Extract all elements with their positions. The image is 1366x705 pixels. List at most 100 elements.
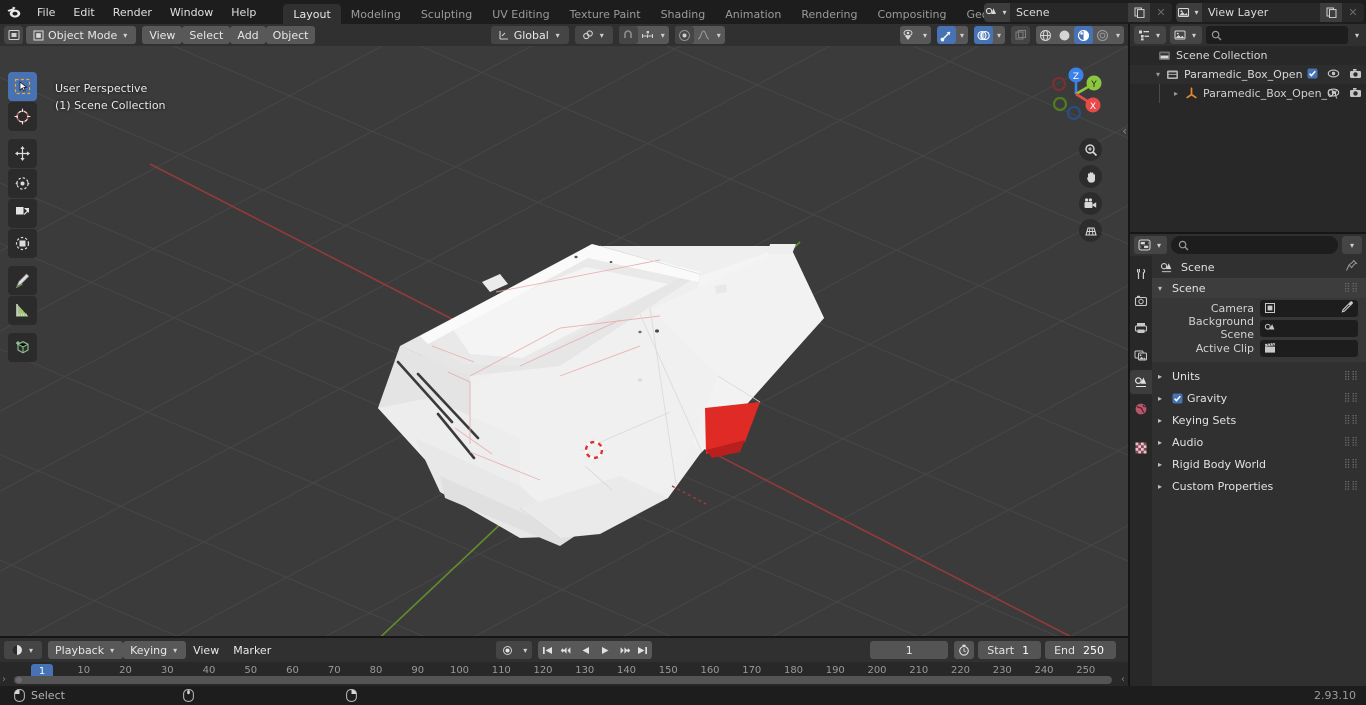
timeline-editor-type-button[interactable]: ▾ xyxy=(4,641,43,659)
panel-grip[interactable]: ⣿⣿ xyxy=(1344,394,1359,403)
divider-viewport-timeline[interactable] xyxy=(0,636,1128,638)
camera-icon[interactable] xyxy=(1079,192,1102,215)
timeline-scroll-handle[interactable] xyxy=(16,677,22,683)
panel-header-rigid-body-world[interactable]: ▸ Rigid Body World ⣿⣿ xyxy=(1152,454,1366,474)
shading-wireframe-icon[interactable] xyxy=(1035,26,1055,44)
unlink-scene-button[interactable]: ✕ xyxy=(1150,2,1172,22)
properties-tab-tool[interactable] xyxy=(1130,262,1152,286)
eye-icon[interactable] xyxy=(1327,87,1340,101)
new-view-layer-button[interactable] xyxy=(1320,2,1342,22)
outliner-row-collection[interactable]: ▾ Paramedic_Box_Open xyxy=(1130,65,1366,84)
timeline-menu-marker[interactable]: Marker xyxy=(226,641,278,659)
shading-rendered-icon[interactable] xyxy=(1092,26,1112,44)
pan-hand-icon[interactable] xyxy=(1079,165,1102,188)
outliner-search-input[interactable] xyxy=(1206,26,1348,44)
timeline-menu-playback[interactable]: Playback ▾ xyxy=(48,641,124,659)
object-visibility-icon[interactable] xyxy=(899,26,919,44)
tab-modeling[interactable]: Modeling xyxy=(341,4,411,24)
gravity-checkbox[interactable] xyxy=(1172,393,1183,404)
panel-header-gravity[interactable]: ▸ Gravity ⣿⣿ xyxy=(1152,388,1366,408)
tab-rendering[interactable]: Rendering xyxy=(791,4,867,24)
object-mode-dropdown[interactable]: Object Mode ▾ xyxy=(26,26,137,44)
timeline-menu-view[interactable]: View xyxy=(186,641,226,659)
view-layer-datablock[interactable]: ▾ View Layer ✕ xyxy=(1176,2,1364,22)
snap-magnet-icon[interactable] xyxy=(618,26,638,44)
jump-to-end-icon[interactable] xyxy=(633,641,653,659)
tool-measure[interactable] xyxy=(8,296,37,325)
tab-uv-editing[interactable]: UV Editing xyxy=(482,4,559,24)
blender-logo-icon[interactable] xyxy=(0,0,28,24)
falloff-curve-icon[interactable] xyxy=(693,26,713,44)
properties-tab-scene[interactable] xyxy=(1130,370,1152,394)
zoom-magnifier-icon[interactable] xyxy=(1079,138,1102,161)
field-active-clip[interactable] xyxy=(1260,339,1358,357)
panel-grip[interactable]: ⣿⣿ xyxy=(1344,372,1359,381)
viewport-menu-add[interactable]: Add xyxy=(230,26,266,44)
proportional-edit-icon[interactable] xyxy=(674,26,694,44)
outliner-id-type-button[interactable]: ▾ xyxy=(1170,26,1203,44)
checkbox-icon[interactable] xyxy=(1307,68,1318,82)
outliner-row-object[interactable]: ▸ Paramedic_Box_Open_0( xyxy=(1130,84,1366,103)
timeline-ruler[interactable]: 10 20 30 40 50 60 70 80 90 100 110 120 130 140 150 160 1… xyxy=(0,662,1128,686)
remove-view-layer-button[interactable]: ✕ xyxy=(1342,2,1364,22)
tool-select-box[interactable] xyxy=(8,72,37,101)
outliner-display-mode-button[interactable]: ▾ xyxy=(1134,26,1167,44)
tool-move[interactable] xyxy=(8,139,37,168)
properties-options-dropdown[interactable]: ▾ xyxy=(1341,236,1362,254)
scene-datablock[interactable]: ▾ Scene ✕ xyxy=(984,2,1172,22)
viewport-menu-view[interactable]: View xyxy=(142,26,183,44)
panel-grip[interactable]: ⣿⣿ xyxy=(1344,284,1359,293)
use-preview-range-icon[interactable] xyxy=(954,641,975,659)
start-frame-field[interactable]: Start 1 xyxy=(978,641,1042,659)
properties-editor-type-button[interactable]: ▾ xyxy=(1134,236,1168,254)
prev-keyframe-icon[interactable] xyxy=(557,641,577,659)
tool-add-cube[interactable] xyxy=(8,333,37,362)
tab-layout[interactable]: Layout xyxy=(283,4,341,24)
auto-keying-record-icon[interactable] xyxy=(496,641,519,659)
panel-grip[interactable]: ⣿⣿ xyxy=(1344,438,1359,447)
field-background-scene[interactable] xyxy=(1260,319,1358,337)
transform-orientation-dropdown[interactable]: Global ▾ xyxy=(490,26,569,44)
timeline-scroll-right-arrow[interactable]: ‹ xyxy=(1121,674,1125,685)
panel-grip[interactable]: ⣿⣿ xyxy=(1344,416,1359,425)
pivot-point-dropdown[interactable]: ▾ xyxy=(574,26,613,44)
eyedropper-icon[interactable] xyxy=(1341,300,1354,316)
menu-file[interactable]: File xyxy=(28,0,64,24)
gizmo-icon[interactable] xyxy=(936,26,956,44)
divider-main-right[interactable] xyxy=(1128,24,1130,686)
tab-animation[interactable]: Animation xyxy=(715,4,791,24)
disclosure-right-icon[interactable]: ▸ xyxy=(1170,89,1182,98)
menu-window[interactable]: Window xyxy=(161,0,222,24)
eye-icon[interactable] xyxy=(1327,68,1340,82)
panel-header-scene[interactable]: ▾ Scene ⣿⣿ xyxy=(1152,278,1366,298)
properties-search-input[interactable] xyxy=(1171,236,1338,254)
properties-tab-world[interactable] xyxy=(1130,397,1152,421)
viewport-3d[interactable]: User Perspective (1) Scene Collection Z … xyxy=(0,46,1128,638)
viewport-menu-select[interactable]: Select xyxy=(182,26,231,44)
current-frame-field[interactable]: 1 xyxy=(870,641,949,659)
panel-header-audio[interactable]: ▸ Audio ⣿⣿ xyxy=(1152,432,1366,452)
outliner-row-scene-collection[interactable]: Scene Collection xyxy=(1130,46,1366,65)
divider-outliner-properties[interactable] xyxy=(1130,232,1366,234)
jump-to-start-icon[interactable] xyxy=(538,641,558,659)
snap-increment-icon[interactable] xyxy=(637,26,657,44)
end-frame-field[interactable]: End 250 xyxy=(1045,641,1116,659)
outliner-search-dropdown-icon[interactable]: ▾ xyxy=(1352,31,1362,40)
tool-rotate[interactable] xyxy=(8,169,37,198)
tool-scale[interactable] xyxy=(8,199,37,228)
view-layer-name[interactable]: View Layer xyxy=(1202,2,1320,22)
camera-icon[interactable] xyxy=(1349,87,1362,101)
tool-annotate[interactable] xyxy=(8,266,37,295)
disclosure-down-icon[interactable]: ▾ xyxy=(1152,70,1164,79)
new-scene-button[interactable] xyxy=(1128,2,1150,22)
scene-name[interactable]: Scene xyxy=(1010,2,1128,22)
pin-icon[interactable] xyxy=(1345,259,1358,275)
tool-cursor[interactable] xyxy=(8,102,37,131)
next-keyframe-icon[interactable] xyxy=(614,641,634,659)
properties-tab-render[interactable] xyxy=(1130,289,1152,313)
timeline-menu-keying[interactable]: Keying ▾ xyxy=(123,641,187,659)
tab-sculpting[interactable]: Sculpting xyxy=(411,4,482,24)
menu-render[interactable]: Render xyxy=(104,0,161,24)
panel-grip[interactable]: ⣿⣿ xyxy=(1344,482,1359,491)
tab-compositing[interactable]: Compositing xyxy=(868,4,957,24)
